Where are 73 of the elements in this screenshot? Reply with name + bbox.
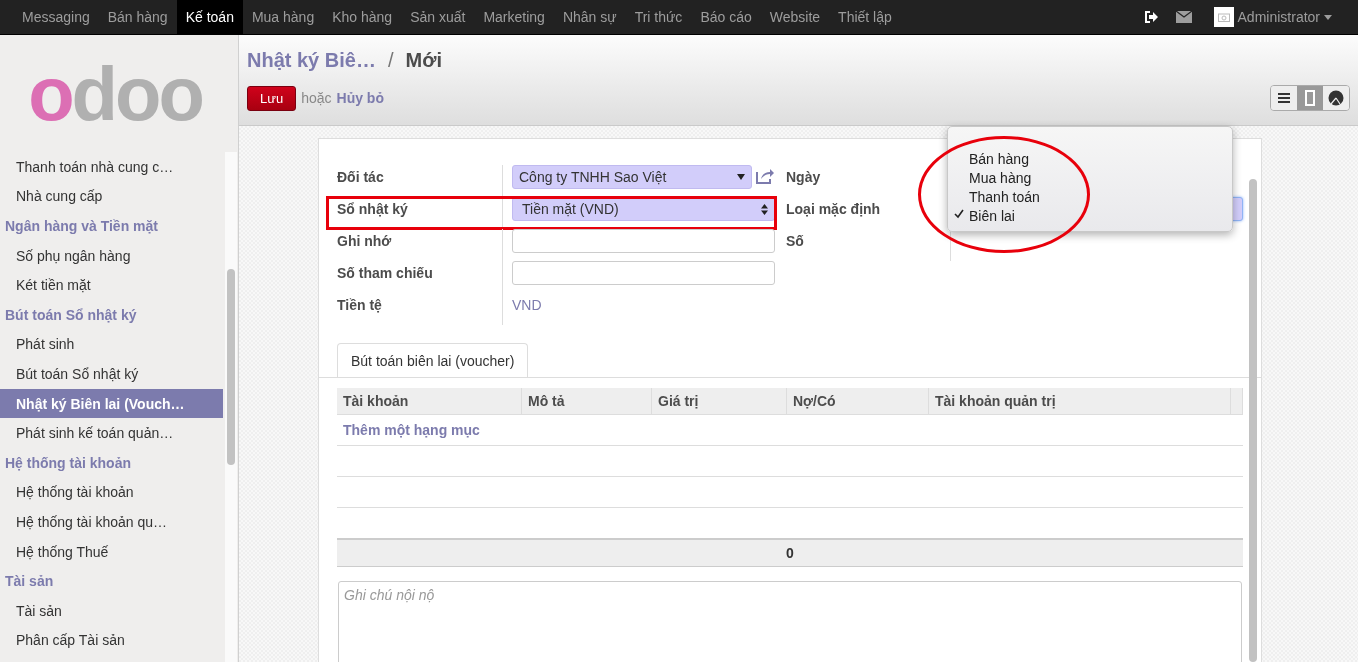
checkmark-icon — [954, 209, 964, 219]
notebook-tab[interactable]: Bút toán biên lai (voucher) — [337, 343, 529, 377]
or-text: hoặc — [301, 90, 332, 106]
view-switch-button[interactable] — [1297, 86, 1323, 110]
sidebar-item[interactable]: Phát sinh kế toán quản… — [0, 418, 223, 448]
sidebar-item[interactable]: Tài sản — [0, 595, 223, 626]
menu-tab[interactable]: Mua hàng — [242, 0, 324, 34]
dropdown-option[interactable]: Bán hàng — [948, 149, 1232, 168]
up-down-arrow-icon — [761, 203, 768, 215]
logout-icon[interactable] — [1143, 10, 1158, 24]
menu-tab[interactable]: Sản xuất — [401, 0, 475, 34]
column-header[interactable]: Tài khoản quản trị — [929, 388, 1231, 414]
list-view-icon — [1278, 93, 1290, 103]
menu-tab[interactable]: Báo cáo — [691, 0, 761, 34]
field-label: Số tham chiếu — [337, 264, 434, 281]
sidebar-item[interactable]: Phân cấp Tài sản — [0, 625, 223, 656]
dropdown-option[interactable]: Thanh toán — [948, 187, 1232, 206]
journal-select[interactable]: Tiền mặt (VND) — [512, 197, 775, 221]
field-label: Loại mặc định — [786, 200, 882, 217]
field-label: Sổ nhật ký — [337, 200, 409, 217]
form-view-icon — [1305, 90, 1315, 106]
sidebar-item[interactable]: Nhà cung cấp — [0, 181, 223, 212]
total-value: 0 — [337, 538, 1243, 567]
menu-tab[interactable]: Nhân sự — [553, 0, 626, 34]
avatar-icon — [1213, 7, 1234, 27]
menu-tab[interactable]: Kế toán — [176, 0, 243, 34]
menu-tab[interactable]: Messaging — [13, 0, 99, 34]
scrollbar[interactable] — [227, 269, 235, 465]
sidebar-item[interactable]: Két tiền mặt — [0, 270, 223, 300]
pie-chart-icon — [1328, 90, 1344, 106]
partner-select[interactable]: Công ty TNHH Sao Việt — [512, 165, 752, 189]
breadcrumb-link[interactable]: Nhật ký Biê… — [247, 48, 376, 72]
view-switch-button[interactable] — [1271, 86, 1297, 110]
field-label: Đối tác — [337, 168, 385, 185]
field-label: Ghi nhớ — [337, 232, 393, 249]
menu-tab[interactable]: Tri thức — [625, 0, 692, 34]
column-header[interactable]: Mô tả — [522, 388, 652, 414]
sidebar-item[interactable]: Số phụ ngân hàng — [0, 240, 223, 271]
caret-icon[interactable] — [1324, 14, 1332, 20]
dropdown-option[interactable]: Biên lai — [948, 206, 1232, 225]
sidebar-item[interactable]: Nhật ký Biên lai (Vouch… — [0, 388, 223, 419]
envelope-icon[interactable] — [1175, 11, 1192, 23]
dropdown-option[interactable]: Mua hàng — [948, 168, 1232, 187]
column-header[interactable]: Nợ/Có — [787, 388, 929, 414]
column-header[interactable]: Giá trị — [652, 388, 787, 414]
add-line-link[interactable]: Thêm một hạng mục — [337, 422, 480, 438]
input-field[interactable] — [512, 229, 775, 253]
menu-tab[interactable]: Bán hàng — [98, 0, 177, 34]
field-value: VND — [512, 296, 542, 313]
field-label: Số — [786, 232, 805, 249]
menu-tab[interactable]: Website — [760, 0, 830, 34]
sidebar-item[interactable]: Hệ thống tài khoản qu… — [0, 507, 223, 537]
sidebar-item[interactable]: Thanh toán nhà cung c… — [0, 152, 223, 182]
menu-tab[interactable]: Marketing — [474, 0, 554, 34]
save-button[interactable]: Lưu — [247, 85, 297, 111]
notes-field[interactable]: Ghi chú nội nộ — [338, 581, 1242, 662]
user-name[interactable]: Administrator — [1237, 9, 1320, 25]
sidebar-item[interactable]: Hệ thống Thuế — [0, 536, 223, 567]
sidebar-item[interactable]: Bút toán Sổ nhật ký — [0, 359, 223, 389]
menu-tab[interactable]: Thiết lập — [829, 0, 901, 34]
view-switch-button[interactable] — [1323, 86, 1349, 110]
sidebar-item[interactable]: Phát sinh — [0, 329, 223, 360]
field-label: Ngày — [786, 168, 822, 185]
dropdown-arrow-icon — [737, 174, 745, 180]
column-header[interactable]: Tài khoản — [337, 388, 522, 414]
scrollbar[interactable] — [1249, 179, 1257, 662]
menu-tab[interactable]: Kho hàng — [323, 0, 402, 34]
field-label: Tiền tệ — [337, 296, 383, 313]
breadcrumb-separator: / — [387, 48, 394, 72]
breadcrumb-current: Mới — [405, 48, 442, 72]
sidebar-item[interactable]: Hệ thống tài khoản — [0, 477, 223, 508]
external-link-icon[interactable] — [756, 168, 774, 184]
input-field[interactable] — [512, 261, 775, 285]
